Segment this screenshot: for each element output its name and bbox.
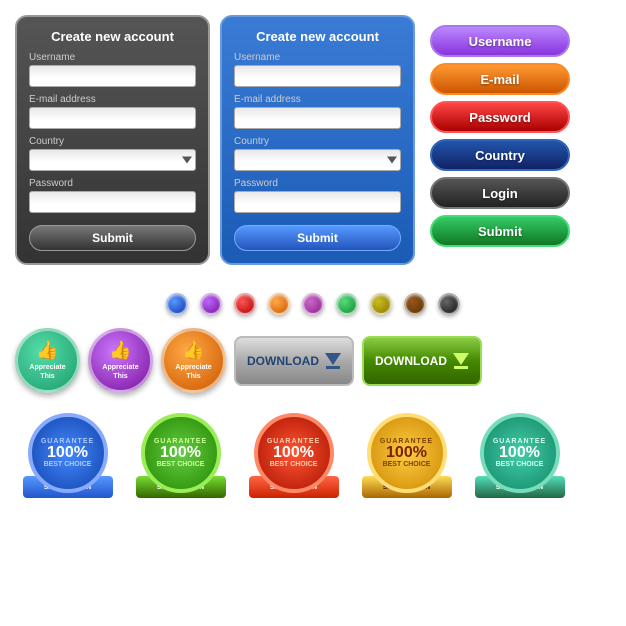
download-label-green: DOWNLOAD xyxy=(375,354,447,368)
appreciate-badge-teal[interactable]: 👍 AppreciateThis xyxy=(15,328,80,393)
label-password-dark: Password xyxy=(29,178,196,189)
dot-black[interactable] xyxy=(438,293,460,315)
dot-green[interactable] xyxy=(336,293,358,315)
submit-dark[interactable]: Submit xyxy=(29,225,196,251)
appreciate-label-teal: AppreciateThis xyxy=(29,363,65,381)
download-btn-silver[interactable]: DOWNLOAD xyxy=(234,336,354,386)
badge-circle-blue: GUARANTEE 100% BEST CHOICE xyxy=(28,413,108,493)
dot-purple[interactable] xyxy=(200,293,222,315)
thumb-icon-orange: 👍 xyxy=(182,340,204,362)
appreciate-label-purple: AppreciateThis xyxy=(102,363,138,381)
form-dark-title: Create new account xyxy=(29,29,196,44)
best-choice-teal: BEST CHOICE xyxy=(496,461,544,468)
badge-circle-green: GUARANTEE 100% BEST CHOICE xyxy=(141,413,221,493)
dot-orange[interactable] xyxy=(268,293,290,315)
thumb-icon-purple: 👍 xyxy=(109,340,131,362)
guarantee-badge-red: GUARANTEE 100% BEST CHOICE SATISFACTION xyxy=(241,408,346,498)
dot-blue[interactable] xyxy=(166,293,188,315)
btn-country[interactable]: Country xyxy=(430,139,570,171)
label-email-dark: E-mail address xyxy=(29,94,196,105)
download-arrow-green xyxy=(453,353,469,369)
thumb-icon-teal: 👍 xyxy=(36,340,58,362)
label-country-dark: Country xyxy=(29,136,196,147)
input-country-blue[interactable] xyxy=(234,149,401,171)
form-dark: Create new account Username E-mail addre… xyxy=(15,15,210,265)
input-email-blue[interactable] xyxy=(234,107,401,129)
badge-circle-teal: GUARANTEE 100% BEST CHOICE xyxy=(480,413,560,493)
dot-violet[interactable] xyxy=(302,293,324,315)
form-blue-title: Create new account xyxy=(234,29,401,44)
download-label-silver: DOWNLOAD xyxy=(247,354,319,368)
appreciate-badge-purple[interactable]: 👍 AppreciateThis xyxy=(88,328,153,393)
guarantee-badge-gold: GUARANTEE 100% BEST CHOICE SATISFACTION xyxy=(354,408,459,498)
field-email-dark: E-mail address xyxy=(29,94,196,129)
field-username-blue: Username xyxy=(234,52,401,87)
input-username-blue[interactable] xyxy=(234,65,401,87)
input-password-blue[interactable] xyxy=(234,191,401,213)
percent-teal: 100% xyxy=(499,445,540,461)
best-choice-red: BEST CHOICE xyxy=(270,461,318,468)
form-blue: Create new account Username E-mail addre… xyxy=(220,15,415,265)
field-password-blue: Password xyxy=(234,178,401,213)
bottom-section: 👍 AppreciateThis 👍 AppreciateThis 👍 Appr… xyxy=(0,323,626,508)
dot-brown[interactable] xyxy=(404,293,426,315)
best-choice-blue: BEST CHOICE xyxy=(44,461,92,468)
label-email-blue: E-mail address xyxy=(234,94,401,105)
input-username-dark[interactable] xyxy=(29,65,196,87)
country-wrapper-dark xyxy=(29,149,196,171)
country-wrapper-blue xyxy=(234,149,401,171)
label-username-blue: Username xyxy=(234,52,401,63)
btn-password[interactable]: Password xyxy=(430,101,570,133)
dot-red[interactable] xyxy=(234,293,256,315)
download-btn-green[interactable]: DOWNLOAD xyxy=(362,336,482,386)
btn-submit[interactable]: Submit xyxy=(430,215,570,247)
percent-red: 100% xyxy=(273,445,314,461)
submit-blue[interactable]: Submit xyxy=(234,225,401,251)
color-dots-row xyxy=(0,285,626,323)
guarantee-badge-green: GUARANTEE 100% BEST CHOICE SATISFACTION xyxy=(128,408,233,498)
field-email-blue: E-mail address xyxy=(234,94,401,129)
best-choice-green: BEST CHOICE xyxy=(157,461,205,468)
percent-blue: 100% xyxy=(47,445,88,461)
dropdown-arrow-blue xyxy=(387,157,397,164)
field-country-blue: Country xyxy=(234,136,401,171)
btn-login[interactable]: Login xyxy=(430,177,570,209)
input-email-dark[interactable] xyxy=(29,107,196,129)
btn-username[interactable]: Username xyxy=(430,25,570,57)
field-password-dark: Password xyxy=(29,178,196,213)
guarantee-row: GUARANTEE 100% BEST CHOICE SATISFACTION … xyxy=(15,403,611,503)
input-password-dark[interactable] xyxy=(29,191,196,213)
input-country-dark[interactable] xyxy=(29,149,196,171)
badge-circle-red: GUARANTEE 100% BEST CHOICE xyxy=(254,413,334,493)
percent-gold: 100% xyxy=(386,445,427,461)
label-password-blue: Password xyxy=(234,178,401,189)
btn-email[interactable]: E-mail xyxy=(430,63,570,95)
buttons-panel: Username E-mail Password Country Login S… xyxy=(430,15,570,265)
badges-downloads-row: 👍 AppreciateThis 👍 AppreciateThis 👍 Appr… xyxy=(15,328,611,393)
label-username-dark: Username xyxy=(29,52,196,63)
label-country-blue: Country xyxy=(234,136,401,147)
field-username-dark: Username xyxy=(29,52,196,87)
guarantee-badge-blue: GUARANTEE 100% BEST CHOICE SATISFACTION xyxy=(15,408,120,498)
appreciate-label-orange: AppreciateThis xyxy=(175,363,211,381)
download-arrow-silver xyxy=(325,353,341,369)
appreciate-badge-orange[interactable]: 👍 AppreciateThis xyxy=(161,328,226,393)
guarantee-badge-teal: GUARANTEE 100% BEST CHOICE SATISFACTION xyxy=(467,408,572,498)
field-country-dark: Country xyxy=(29,136,196,171)
best-choice-gold: BEST CHOICE xyxy=(383,461,431,468)
badge-circle-gold: GUARANTEE 100% BEST CHOICE xyxy=(367,413,447,493)
percent-green: 100% xyxy=(160,445,201,461)
dot-olive[interactable] xyxy=(370,293,392,315)
dropdown-arrow-dark xyxy=(182,157,192,164)
